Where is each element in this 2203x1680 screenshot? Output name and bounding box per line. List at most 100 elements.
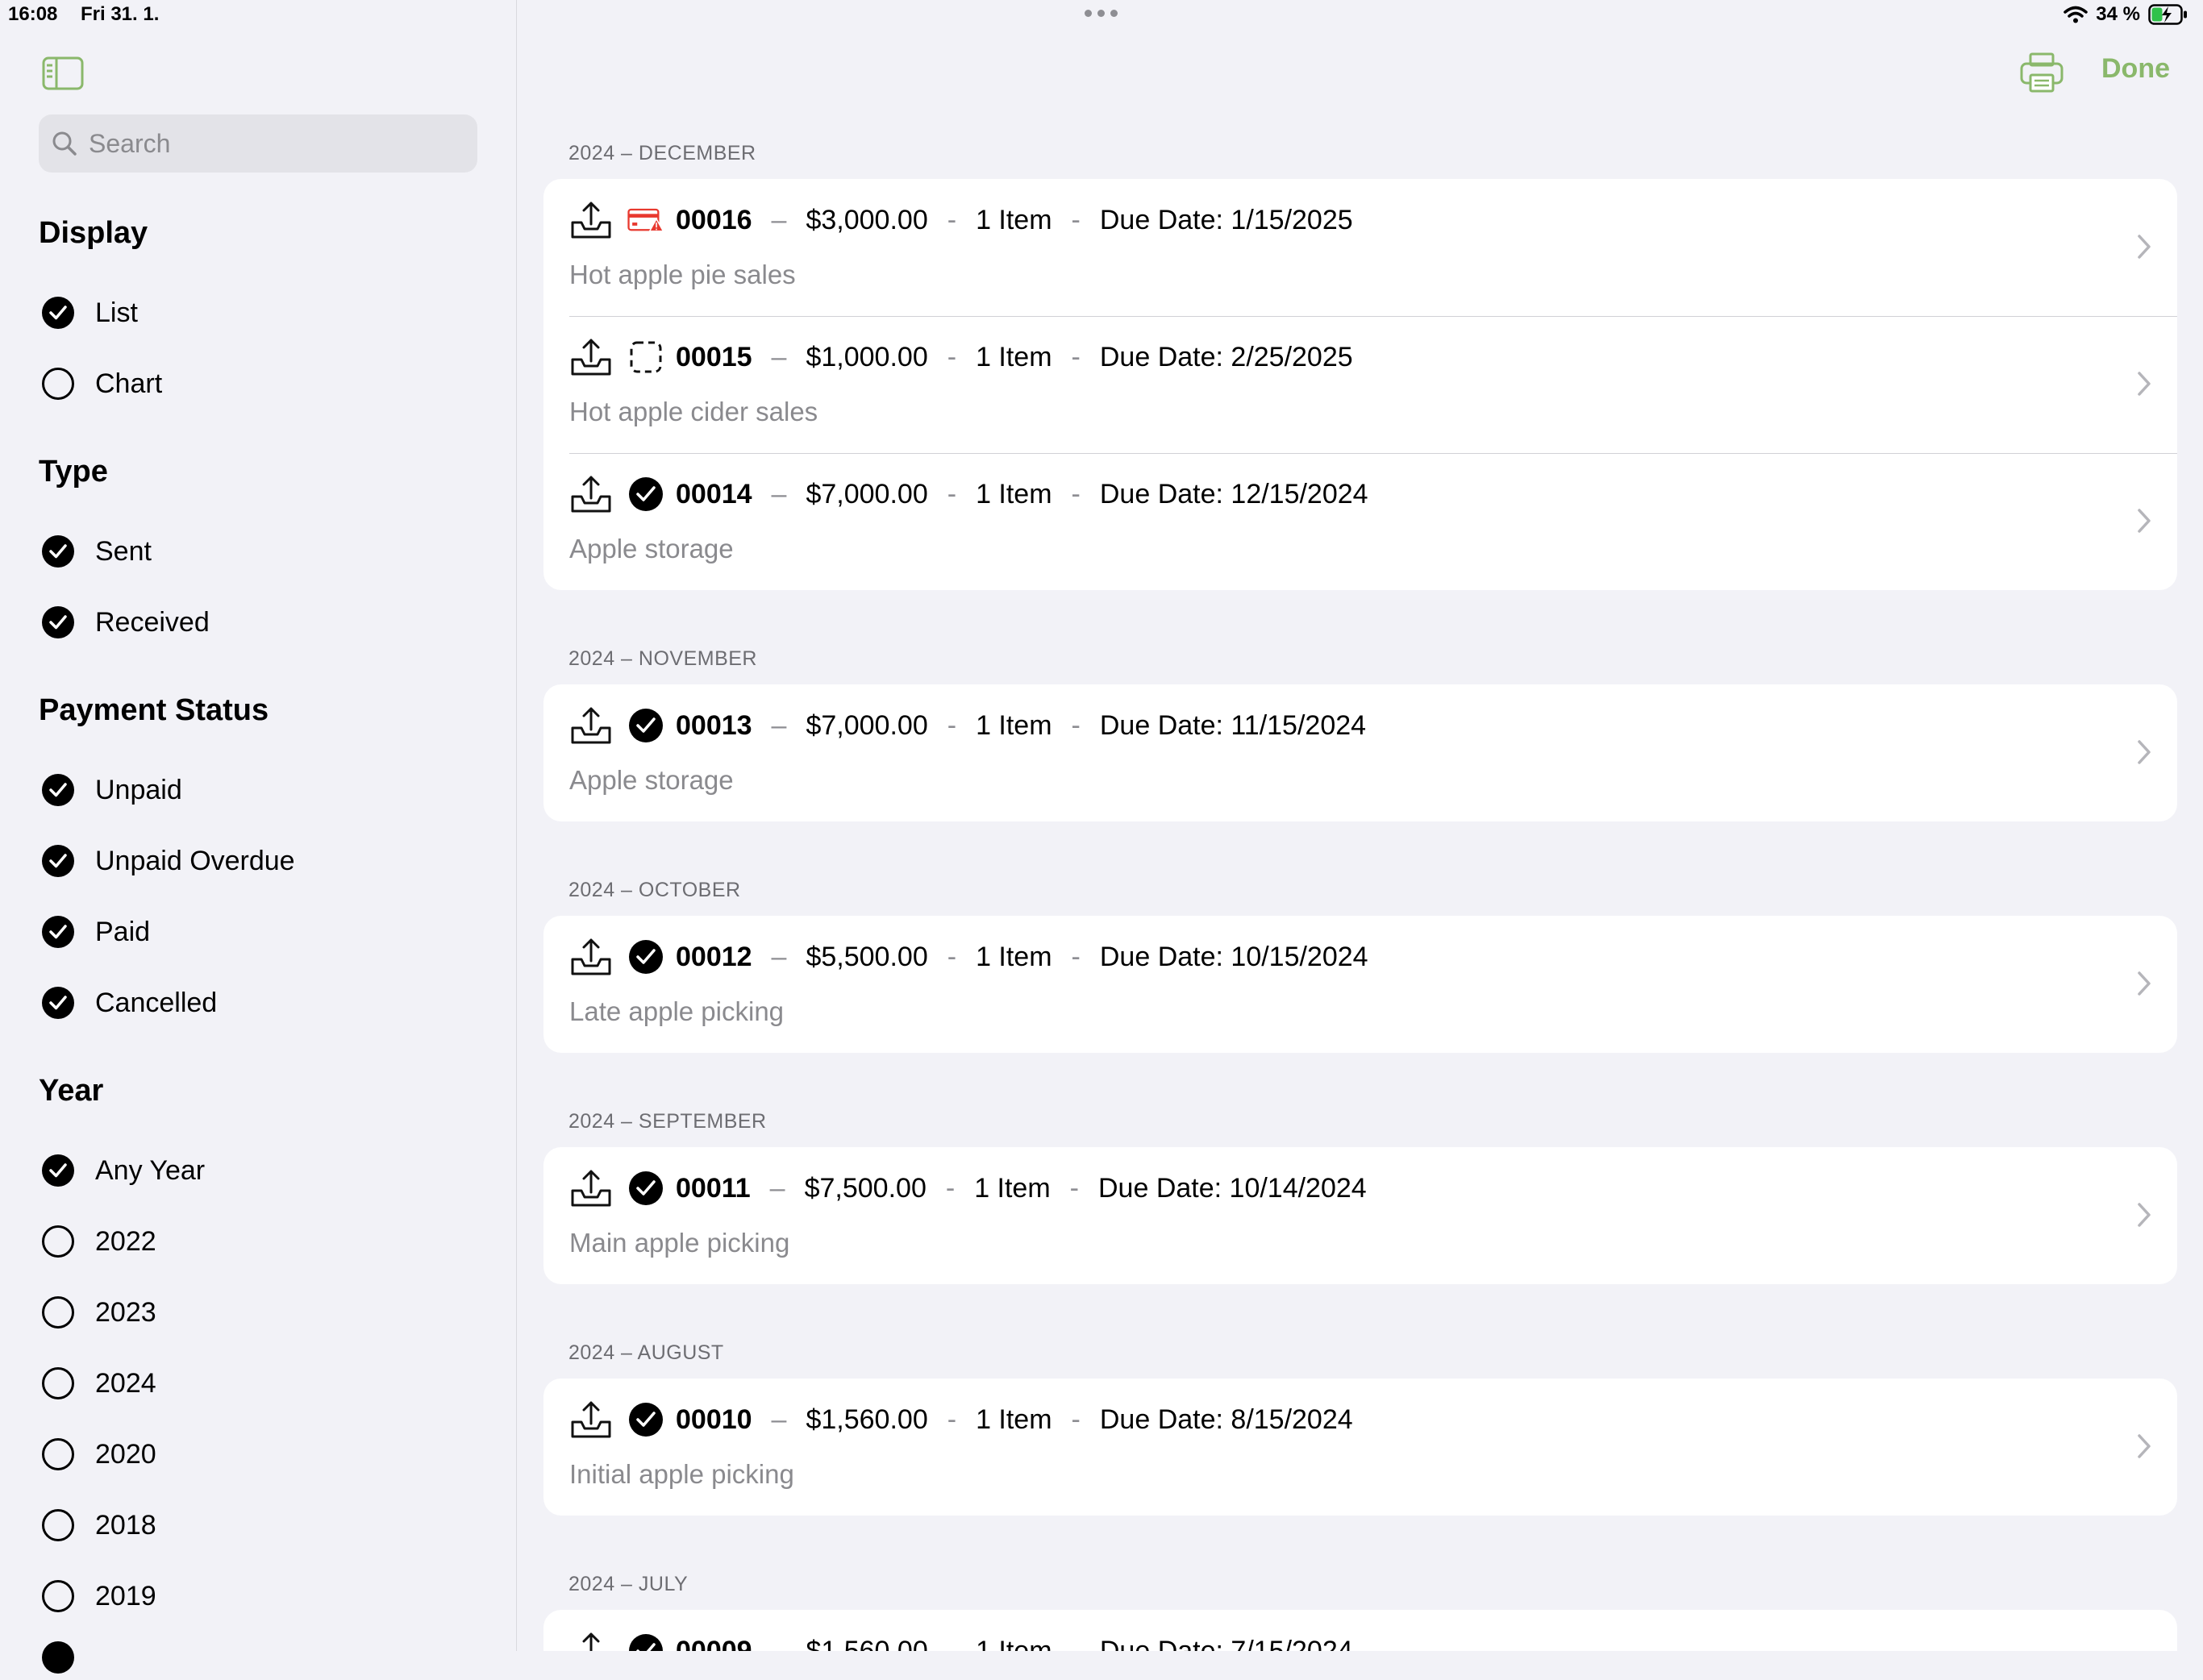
separator: – [771,478,787,509]
option-cancelled[interactable]: Cancelled [42,980,217,1025]
invoice-due-date: Due Date: 11/15/2024 [1099,709,1367,741]
section-title-payment-status: Payment Status [39,693,269,727]
invoice-row-00011[interactable]: 00011 – $7,500.00 - 1 Item - Due Date: 1… [543,1147,2177,1284]
option-received[interactable]: Received [42,600,210,645]
empty-circle-icon [42,1367,74,1399]
overdue-card-icon [627,202,664,239]
paid-check-icon [627,1632,664,1651]
option-any-year[interactable]: Any Year [42,1148,205,1193]
checkmark-circle-icon [42,1154,74,1187]
option-label: 2018 [95,1509,156,1541]
sidebar: Display List Chart Type Sent Received Pa… [0,0,517,1674]
option-chart[interactable]: Chart [42,361,162,406]
option-sent[interactable]: Sent [42,529,152,574]
search-icon [52,131,77,156]
separator: - [947,941,957,972]
multitasking-dots-icon[interactable] [1085,10,1118,17]
section-title-year: Year [39,1074,104,1108]
invoice-row-00009[interactable]: 00009 – $1,560.00 - 1 Item - Due Date: 7… [543,1610,2177,1651]
empty-circle-icon [42,1438,74,1470]
separator: - [947,1635,957,1652]
status-bar: 16:08 Fri 31. 1. 34 % [0,0,2203,34]
chevron-right-icon [2138,1434,2151,1458]
status-time: 16:08 [8,3,58,25]
separator: - [947,478,957,509]
option-list[interactable]: List [42,290,138,335]
option-label: Received [95,606,210,638]
outbox-sent-icon [571,1170,611,1207]
paid-check-icon [627,1401,664,1438]
invoice-description: Late apple picking [569,996,785,1026]
separator: – [771,1635,787,1652]
paid-check-icon [627,938,664,975]
separator: - [947,709,957,741]
invoice-number: 00011 [676,1172,751,1204]
group-header-september: 2024 – SEPTEMBER [568,1110,767,1133]
option-year-2022[interactable]: 2022 [42,1219,156,1264]
option-unpaid[interactable]: Unpaid [42,767,182,813]
invoice-number: 00010 [676,1403,752,1435]
invoice-card: 00011 – $7,500.00 - 1 Item - Due Date: 1… [543,1147,2177,1284]
checkmark-circle-icon [42,845,74,877]
invoice-description: Apple storage [569,534,734,563]
option-year-2024[interactable]: 2024 [42,1361,156,1406]
invoice-row-00010[interactable]: 00010 – $1,560.00 - 1 Item - Due Date: 8… [543,1379,2177,1516]
invoice-items: 1 Item [976,709,1052,741]
invoice-row-00013[interactable]: 00013 – $7,000.00 - 1 Item - Due Date: 1… [543,684,2177,821]
invoice-card: 00016 – $3,000.00 - 1 Item - Due Date: 1… [543,179,2177,590]
checkmark-circle-icon [42,987,74,1019]
option-unpaid-overdue[interactable]: Unpaid Overdue [42,838,295,884]
option-year-2018[interactable]: 2018 [42,1503,156,1548]
done-button[interactable]: Done [2101,53,2170,85]
separator: – [771,341,787,372]
checkmark-circle-icon [42,916,74,948]
invoice-row-00012[interactable]: 00012 – $5,500.00 - 1 Item - Due Date: 1… [543,916,2177,1053]
invoice-amount: $1,560.00 [806,1403,928,1435]
invoice-number: 00012 [676,941,752,972]
separator: - [1071,1403,1081,1435]
invoice-due-date: Due Date: 10/14/2024 [1098,1172,1367,1204]
empty-circle-icon [42,1509,74,1541]
option-year-2020[interactable]: 2020 [42,1432,156,1477]
paid-check-icon [627,707,664,744]
invoice-row-00015[interactable]: 00015 – $1,000.00 - 1 Item - Due Date: 2… [543,316,2177,453]
invoice-row-00014[interactable]: 00014 – $7,000.00 - 1 Item - Due Date: 1… [543,453,2177,590]
option-label: Cancelled [95,987,218,1018]
print-icon[interactable] [2019,52,2064,94]
option-more[interactable] [42,1635,74,1680]
option-label: Chart [95,368,163,399]
invoice-items: 1 Item [976,478,1052,509]
empty-circle-icon [42,1580,74,1612]
invoice-amount: $7,000.00 [806,478,928,509]
invoice-items: 1 Item [974,1172,1051,1204]
outbox-sent-icon [571,707,611,744]
separator: - [1069,1172,1079,1204]
chevron-right-icon [2138,1203,2151,1227]
group-header-october: 2024 – OCTOBER [568,879,741,901]
paid-check-icon [627,1170,664,1207]
search-input[interactable] [87,127,461,160]
invoice-due-date: Due Date: 8/15/2024 [1099,1403,1353,1435]
option-paid[interactable]: Paid [42,909,150,954]
invoice-items: 1 Item [976,1403,1052,1435]
separator: - [947,341,957,372]
separator: – [771,1403,787,1435]
status-indicators: 34 % [2063,3,2188,26]
invoice-items: 1 Item [976,941,1052,972]
option-year-2019[interactable]: 2019 [42,1574,156,1619]
invoice-number: 00015 [676,341,752,372]
invoice-due-date: Due Date: 10/15/2024 [1099,941,1368,972]
chevron-right-icon [2138,235,2151,259]
group-header-july: 2024 – JULY [568,1573,689,1595]
paid-check-icon [627,476,664,513]
invoice-description: Apple storage [569,765,734,795]
option-year-2023[interactable]: 2023 [42,1290,156,1335]
empty-circle-icon [42,368,74,400]
search-field[interactable] [39,114,477,173]
chevron-right-icon [2138,372,2151,396]
separator: - [1071,1635,1081,1652]
invoice-row-00016[interactable]: 00016 – $3,000.00 - 1 Item - Due Date: 1… [543,179,2177,316]
sidebar-toggle-icon[interactable] [42,56,84,90]
invoice-description: Main apple picking [569,1228,790,1258]
checkmark-circle-icon [42,535,74,568]
